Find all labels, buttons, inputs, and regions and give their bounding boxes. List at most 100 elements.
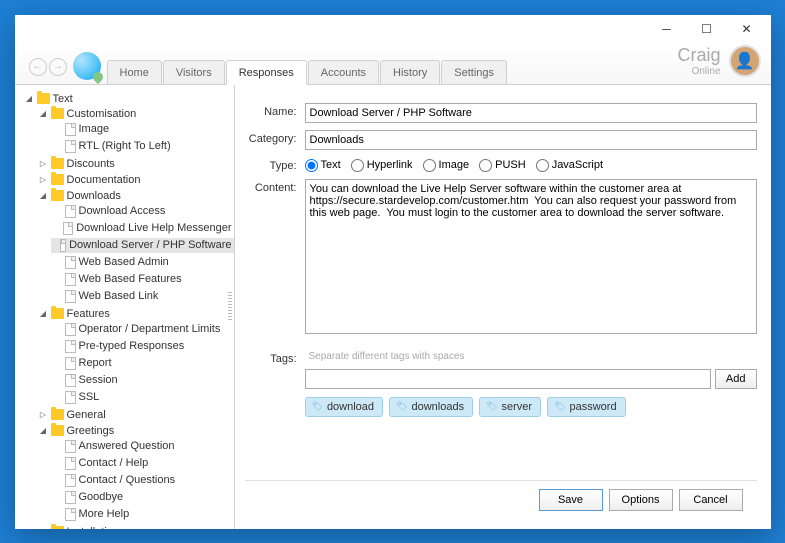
tag-chip[interactable]: 🏷password xyxy=(547,397,626,417)
avatar[interactable]: 👤 xyxy=(729,45,761,77)
tag-icon: 🏷 xyxy=(312,401,323,412)
expand-icon[interactable]: ▷ xyxy=(39,159,48,168)
tree-item[interactable]: RTL (Right To Left) xyxy=(51,139,234,154)
collapse-icon[interactable]: ◢ xyxy=(39,191,48,200)
tab-home[interactable]: Home xyxy=(107,60,162,84)
expand-icon[interactable]: ▷ xyxy=(39,410,48,419)
folder-icon xyxy=(51,108,64,119)
tree-item[interactable]: Web Based Features xyxy=(51,272,234,287)
name-input[interactable] xyxy=(305,103,757,123)
file-icon xyxy=(65,123,76,136)
tree-item[interactable]: Web Based Link xyxy=(51,289,234,304)
tree-item[interactable]: More Help xyxy=(51,507,234,522)
tab-settings[interactable]: Settings xyxy=(441,60,507,84)
type-radio-javascript[interactable]: JavaScript xyxy=(536,159,603,172)
tab-accounts[interactable]: Accounts xyxy=(308,60,379,84)
file-icon xyxy=(65,508,76,521)
file-icon xyxy=(65,391,76,404)
tree-item[interactable]: Report xyxy=(51,356,234,371)
file-icon xyxy=(65,340,76,353)
tree-folder-discounts[interactable]: ▷Discounts xyxy=(37,157,234,171)
expand-icon[interactable]: ▷ xyxy=(39,527,48,529)
content-textarea[interactable]: You can download the Live Help Server so… xyxy=(305,179,757,334)
tab-history[interactable]: History xyxy=(380,60,440,84)
tree-item[interactable]: Contact / Help xyxy=(51,456,234,471)
save-button[interactable]: Save xyxy=(539,489,603,511)
folder-icon xyxy=(51,190,64,201)
tree-item[interactable]: Answered Question xyxy=(51,439,234,454)
minimize-button[interactable]: ─ xyxy=(647,17,687,41)
category-input[interactable] xyxy=(305,130,757,150)
tree-item-selected[interactable]: Download Server / PHP Software xyxy=(51,238,234,253)
tree-item[interactable]: Pre-typed Responses xyxy=(51,339,234,354)
tree-item[interactable]: Image xyxy=(51,122,234,137)
file-icon xyxy=(65,290,76,303)
tree-folder-downloads[interactable]: ◢Downloads xyxy=(37,189,234,203)
file-icon xyxy=(63,222,73,235)
file-icon xyxy=(65,273,76,286)
type-radio-hyperlink[interactable]: Hyperlink xyxy=(351,159,413,172)
tree-item[interactable]: Web Based Admin xyxy=(51,255,234,270)
type-label: Type: xyxy=(245,157,305,172)
cancel-button[interactable]: Cancel xyxy=(679,489,743,511)
collapse-icon[interactable]: ◢ xyxy=(39,109,48,118)
user-status: Online xyxy=(677,66,720,77)
tree-folder-greetings[interactable]: ◢Greetings xyxy=(37,424,234,438)
tree-folder-features[interactable]: ◢Features xyxy=(37,307,234,321)
folder-icon xyxy=(51,308,64,319)
folder-icon xyxy=(51,158,64,169)
app-window: ─ ☐ ✕ ← → Home Visitors Responses Accoun… xyxy=(15,15,771,529)
tag-chip[interactable]: 🏷download xyxy=(305,397,384,417)
tree-item[interactable]: SSL xyxy=(51,390,234,405)
back-button[interactable]: ← xyxy=(29,58,47,76)
file-icon xyxy=(65,256,76,269)
category-label: Category: xyxy=(245,130,305,145)
collapse-icon[interactable]: ◢ xyxy=(39,309,48,318)
splitter-grip-icon[interactable] xyxy=(228,292,232,322)
tree-item[interactable]: Contact / Questions xyxy=(51,473,234,488)
tag-icon: 🏷 xyxy=(486,401,497,412)
tree-folder-text[interactable]: ◢Text xyxy=(23,92,234,106)
type-radio-text[interactable]: Text xyxy=(305,159,341,172)
tags-hint: Separate different tags with spaces xyxy=(309,351,465,362)
tab-visitors[interactable]: Visitors xyxy=(163,60,225,84)
folder-icon xyxy=(51,409,64,420)
tag-icon: 🏷 xyxy=(396,401,407,412)
collapse-icon[interactable]: ◢ xyxy=(39,426,48,435)
file-icon xyxy=(65,474,76,487)
folder-icon xyxy=(37,93,50,104)
response-editor: Name: Category: Type: Text Hyperlink Ima… xyxy=(235,85,771,529)
tree-folder-customisation[interactable]: ◢Customisation xyxy=(37,107,234,121)
type-radio-image[interactable]: Image xyxy=(423,159,470,172)
file-icon xyxy=(65,323,76,336)
file-icon xyxy=(60,239,66,252)
tree-item[interactable]: Download Live Help Messenger xyxy=(51,221,234,236)
folder-icon xyxy=(51,174,64,185)
options-button[interactable]: Options xyxy=(609,489,673,511)
maximize-button[interactable]: ☐ xyxy=(687,17,727,41)
titlebar: ─ ☐ ✕ xyxy=(15,15,771,43)
tree-item[interactable]: Download Access xyxy=(51,204,234,219)
tree-folder-installation[interactable]: ▷Installation xyxy=(37,525,234,529)
tree-item[interactable]: Session xyxy=(51,373,234,388)
tree-folder-general[interactable]: ▷General xyxy=(37,408,234,422)
main-tabs: Home Visitors Responses Accounts History… xyxy=(107,60,509,84)
tag-chips: 🏷download 🏷downloads 🏷server 🏷password xyxy=(305,397,757,417)
tab-responses[interactable]: Responses xyxy=(226,60,307,85)
tag-chip[interactable]: 🏷downloads xyxy=(389,397,473,417)
tag-chip[interactable]: 🏷server xyxy=(479,397,541,417)
tags-input[interactable] xyxy=(305,369,711,389)
responses-tree[interactable]: ◢Text ◢Customisation Image RTL (Right To… xyxy=(15,85,235,529)
file-icon xyxy=(65,457,76,470)
content-label: Content: xyxy=(245,179,305,194)
add-tag-button[interactable]: Add xyxy=(715,369,757,389)
tree-item[interactable]: Goodbye xyxy=(51,490,234,505)
tree-folder-documentation[interactable]: ▷Documentation xyxy=(37,173,234,187)
forward-button[interactable]: → xyxy=(49,58,67,76)
expand-icon[interactable]: ▷ xyxy=(39,175,48,184)
close-button[interactable]: ✕ xyxy=(727,17,767,41)
collapse-icon[interactable]: ◢ xyxy=(25,94,34,103)
tree-item[interactable]: Operator / Department Limits xyxy=(51,322,234,337)
file-icon xyxy=(65,205,76,218)
type-radio-push[interactable]: PUSH xyxy=(479,159,526,172)
